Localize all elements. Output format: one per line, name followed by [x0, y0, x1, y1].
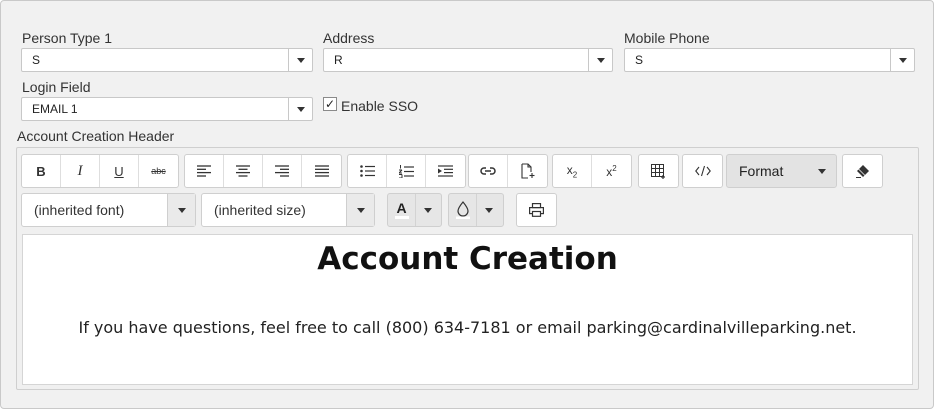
table-icon	[651, 163, 665, 179]
chevron-down-icon[interactable]	[890, 49, 914, 71]
format-dropdown[interactable]: Format	[726, 154, 837, 188]
align-left-button[interactable]	[185, 155, 224, 187]
mobile-phone-label: Mobile Phone	[624, 30, 710, 46]
insert-link-button[interactable]	[469, 155, 508, 187]
chevron-down-icon[interactable]	[288, 49, 312, 71]
align-justify-button[interactable]	[302, 155, 341, 187]
login-field-label: Login Field	[22, 79, 91, 95]
chevron-down-icon[interactable]	[588, 49, 612, 71]
content-paragraph: If you have questions, feel free to call…	[78, 318, 857, 337]
underline-button[interactable]: U	[100, 155, 139, 187]
indent-icon	[438, 165, 453, 177]
fill-color-button[interactable]	[449, 194, 477, 226]
code-view-button[interactable]	[683, 155, 722, 187]
chevron-down-icon	[346, 194, 374, 226]
align-center-icon	[236, 165, 250, 177]
clear-format-icon	[855, 165, 869, 178]
indent-button[interactable]	[426, 155, 465, 187]
person-type-value: S	[32, 53, 41, 67]
align-right-icon	[275, 165, 289, 177]
person-type-select[interactable]: S	[21, 48, 313, 72]
bold-icon: B	[36, 163, 46, 179]
subscript-button[interactable]: x2	[553, 155, 592, 187]
enable-sso-checkbox[interactable]: ✓	[323, 97, 337, 111]
chevron-down-icon	[167, 194, 195, 226]
align-right-button[interactable]	[263, 155, 302, 187]
superscript-button[interactable]: x2	[592, 155, 631, 187]
editor-content-area[interactable]: Account Creation If you have questions, …	[22, 234, 913, 385]
format-label: Format	[739, 163, 784, 179]
subscript-icon: x2	[566, 162, 578, 180]
chevron-down-icon	[424, 207, 432, 213]
enable-sso-label[interactable]: Enable SSO	[341, 98, 418, 114]
mobile-phone-value: S	[635, 53, 644, 67]
fill-color-chevron[interactable]	[477, 194, 501, 226]
account-settings-panel: Person Type 1 S Address R Mobile Phone S…	[0, 0, 934, 409]
address-value: R	[334, 53, 343, 67]
print-icon	[529, 203, 544, 217]
alignment-group	[184, 154, 342, 188]
text-style-group: B I U abc	[21, 154, 179, 188]
text-color-chevron[interactable]	[416, 194, 440, 226]
code-group	[682, 154, 723, 188]
italic-button[interactable]: I	[61, 155, 100, 187]
address-select[interactable]: R	[323, 48, 613, 72]
content-heading: Account Creation	[317, 241, 618, 277]
font-family-dropdown[interactable]: (inherited font)	[21, 193, 196, 227]
address-label: Address	[323, 30, 375, 46]
underline-icon: U	[114, 163, 124, 179]
link-icon	[480, 167, 496, 175]
chevron-down-icon[interactable]	[288, 98, 312, 120]
print-button[interactable]	[517, 194, 556, 226]
italic-icon: I	[77, 162, 83, 179]
text-color-glyph: A	[396, 200, 407, 216]
rich-text-editor: B I U abc x2 x2 Format (inherited font) …	[16, 147, 919, 390]
login-field-select[interactable]: EMAIL 1	[21, 97, 313, 121]
text-color-picker[interactable]: A	[387, 193, 442, 227]
account-creation-header-label: Account Creation Header	[17, 128, 175, 144]
script-group: x2 x2	[552, 154, 632, 188]
strikethrough-icon: abc	[151, 166, 166, 176]
code-view-icon	[694, 165, 711, 177]
fill-color-picker[interactable]	[448, 193, 504, 227]
font-size-dropdown[interactable]: (inherited size)	[201, 193, 375, 227]
align-left-icon	[197, 165, 211, 177]
insert-file-icon	[520, 163, 534, 179]
text-color-button[interactable]: A	[388, 194, 416, 226]
font-family-value: (inherited font)	[34, 202, 125, 218]
clear-format-group	[842, 154, 883, 188]
fill-color-icon	[455, 201, 470, 219]
align-justify-icon	[314, 165, 329, 177]
insert-table-button[interactable]	[639, 155, 678, 187]
insert-file-button[interactable]	[508, 155, 547, 187]
superscript-icon: x2	[606, 163, 617, 179]
list-group	[347, 154, 466, 188]
bullet-list-icon	[359, 165, 375, 177]
mobile-phone-select[interactable]: S	[624, 48, 915, 72]
person-type-label: Person Type 1	[22, 30, 113, 46]
numbered-list-button[interactable]	[387, 155, 426, 187]
insert-group	[468, 154, 548, 188]
print-group	[516, 193, 557, 227]
login-field-value: EMAIL 1	[32, 102, 78, 116]
chevron-down-icon	[818, 169, 826, 174]
font-size-value: (inherited size)	[214, 202, 306, 218]
text-color-icon: A	[394, 200, 409, 219]
clear-format-button[interactable]	[843, 155, 882, 187]
numbered-list-icon	[398, 164, 414, 178]
strikethrough-button[interactable]: abc	[139, 155, 178, 187]
align-center-button[interactable]	[224, 155, 263, 187]
bold-button[interactable]: B	[22, 155, 61, 187]
bullet-list-button[interactable]	[348, 155, 387, 187]
chevron-down-icon	[485, 207, 493, 213]
table-group	[638, 154, 679, 188]
